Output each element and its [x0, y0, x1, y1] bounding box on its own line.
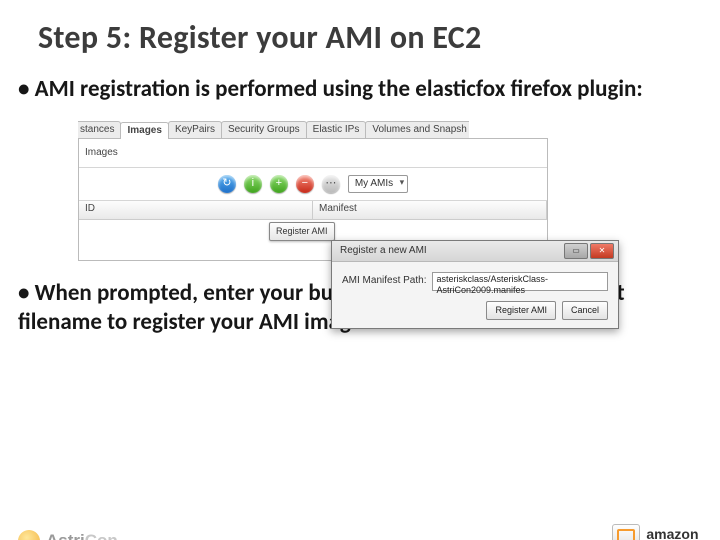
- window-close-icon[interactable]: ✕: [590, 243, 614, 259]
- astricon-text-2: Con: [85, 531, 118, 540]
- images-panel: Images ↻ i + − ⋯ My AMIs ID Manifest Reg…: [78, 139, 548, 261]
- aws-amazon-text: amazon: [646, 527, 702, 540]
- elasticfox-screenshot: stances Images KeyPairs Security Groups …: [78, 120, 548, 261]
- manifest-path-input[interactable]: asteriskclass/AsteriskClass-AstriCon2009…: [432, 272, 608, 291]
- register-ami-button[interactable]: Register AMI: [486, 301, 556, 320]
- register-ami-tooltip: Register AMI: [269, 222, 335, 241]
- window-minimize-icon[interactable]: ▭: [564, 243, 588, 259]
- panel-label: Images: [85, 147, 118, 160]
- asterisk-star-icon: [18, 530, 40, 540]
- aws-box-icon: [612, 524, 640, 540]
- tab-elastic-ips[interactable]: Elastic IPs: [306, 121, 367, 138]
- refresh-icon[interactable]: ↻: [218, 175, 236, 193]
- tab-instances[interactable]: stances: [78, 121, 121, 138]
- info-icon[interactable]: i: [244, 175, 262, 193]
- images-filter-combo[interactable]: My AMIs: [348, 175, 408, 193]
- aws-logo: amazon webservices™: [612, 524, 702, 540]
- tab-volumes[interactable]: Volumes and Snapsh: [365, 121, 469, 138]
- manifest-path-label: AMI Manifest Path:: [342, 275, 426, 288]
- col-id[interactable]: ID: [79, 201, 313, 219]
- astricon-logo: AstriCon: [18, 530, 118, 540]
- bullet-intro: • AMI registration is performed using th…: [18, 75, 702, 104]
- col-manifest[interactable]: Manifest: [313, 201, 547, 219]
- dialog-title: Register a new AMI: [340, 245, 427, 258]
- tabstrip: stances Images KeyPairs Security Groups …: [78, 120, 548, 139]
- tab-keypairs[interactable]: KeyPairs: [168, 121, 222, 138]
- tab-security-groups[interactable]: Security Groups: [221, 121, 307, 138]
- more-icon[interactable]: ⋯: [322, 175, 340, 193]
- remove-icon[interactable]: −: [296, 175, 314, 193]
- cancel-button[interactable]: Cancel: [562, 301, 608, 320]
- astricon-text-1: Astri: [46, 531, 85, 540]
- toolbar: ↻ i + − ⋯ My AMIs: [79, 168, 547, 201]
- images-list: Register AMI Register a new AMI ▭ ✕ AMI …: [79, 220, 547, 260]
- slide-title: Step 5: Register your AMI on EC2: [38, 18, 720, 57]
- add-icon[interactable]: +: [270, 175, 288, 193]
- column-headers: ID Manifest: [79, 201, 547, 220]
- register-ami-dialog: Register a new AMI ▭ ✕ AMI Manifest Path…: [331, 240, 619, 329]
- tab-images[interactable]: Images: [120, 122, 168, 139]
